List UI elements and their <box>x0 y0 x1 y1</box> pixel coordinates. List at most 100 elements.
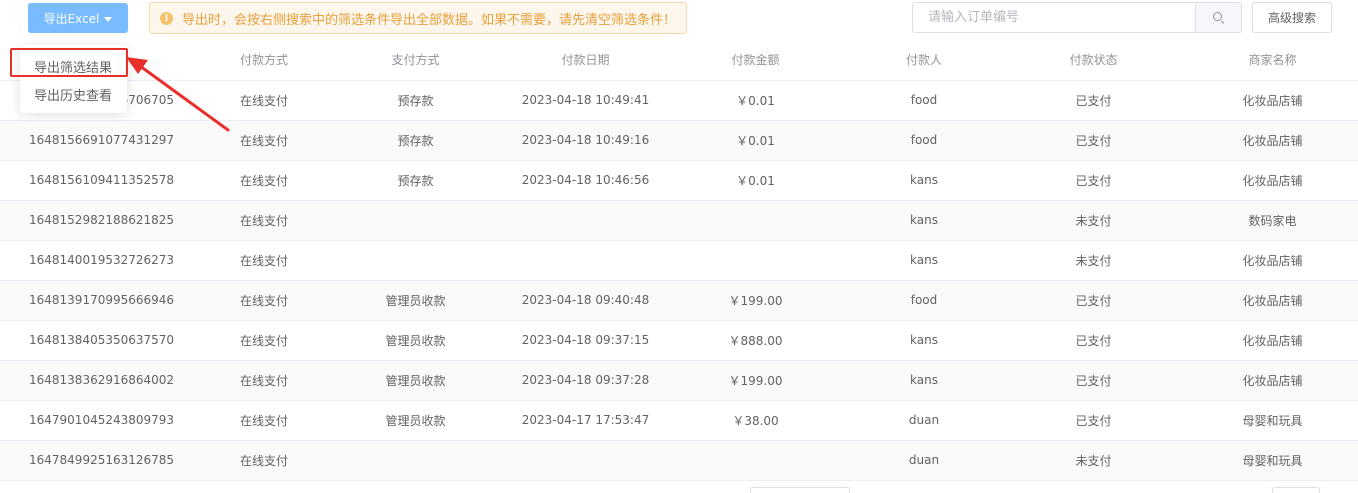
export-excel-button[interactable]: 导出Excel <box>28 3 128 33</box>
pay-status-cell: 已支付 <box>1000 80 1187 121</box>
column-header-amount: 付款金额 <box>663 40 848 81</box>
table-row: 1648138405350637570 在线支付 管理员收款 2023-04-1… <box>0 320 1358 361</box>
search-button[interactable] <box>1195 2 1242 33</box>
pay-status-cell: 已支付 <box>1000 160 1187 201</box>
order-number-cell: 1648152982188621825 <box>0 200 178 241</box>
amount-cell: ￥0.01 <box>663 80 848 121</box>
order-number-cell: 1648139170995666946 <box>0 280 178 321</box>
amount-cell <box>663 440 848 481</box>
export-warning-alert: ! 导出时，会按右侧搜索中的筛选条件导出全部数据。如果不需要，请先清空筛选条件！ <box>149 2 687 34</box>
order-number-cell: 1648140019532726273 <box>0 240 178 281</box>
table-row: 1648156691077431297 在线支付 预存款 2023-04-18 … <box>0 120 1358 161</box>
order-number-cell: 1648156109411352578 <box>0 160 178 201</box>
table-row: 1647849925163126785 在线支付 duan 未支付 母婴和玩具 <box>0 440 1358 481</box>
pay-status-cell: 未支付 <box>1000 200 1187 241</box>
table-row: 1648152982188621825 在线支付 kans 未支付 数码家电 <box>0 200 1358 241</box>
search-icon <box>1213 12 1225 24</box>
pay-method-cell: 在线支付 <box>178 280 323 321</box>
caret-down-icon <box>104 16 113 22</box>
pay-status-cell: 未支付 <box>1000 240 1187 281</box>
amount-cell: ￥888.00 <box>663 320 848 361</box>
merchant-cell: 化妆品店铺 <box>1187 360 1358 401</box>
table-row: 1648139170995666946 在线支付 管理员收款 2023-04-1… <box>0 280 1358 321</box>
payer-cell: food <box>848 120 1000 161</box>
pay-date-cell: 2023-04-18 09:40:48 <box>508 280 663 321</box>
order-number-cell: 1648138405350637570 <box>0 320 178 361</box>
pay-status-cell: 已支付 <box>1000 120 1187 161</box>
pay-type-cell: 预存款 <box>323 160 508 201</box>
payer-cell: kans <box>848 240 1000 281</box>
merchant-cell: 化妆品店铺 <box>1187 120 1358 161</box>
pay-type-cell <box>323 440 508 481</box>
pay-type-cell: 预存款 <box>323 80 508 121</box>
pay-type-cell: 预存款 <box>323 120 508 161</box>
pay-date-cell <box>508 440 663 481</box>
warning-icon: ! <box>160 11 173 25</box>
amount-cell: ￥199.00 <box>663 280 848 321</box>
merchant-cell: 母婴和玩具 <box>1187 440 1358 481</box>
table-row: 1648138362916864002 在线支付 管理员收款 2023-04-1… <box>0 360 1358 401</box>
pay-status-cell: 已支付 <box>1000 360 1187 401</box>
pay-date-cell: 2023-04-18 10:49:41 <box>508 80 663 121</box>
payer-cell: kans <box>848 320 1000 361</box>
table-row: 1648140019532726273 在线支付 kans 未支付 化妆品店铺 <box>0 240 1358 281</box>
pay-method-cell: 在线支付 <box>178 80 323 121</box>
merchant-cell: 数码家电 <box>1187 200 1358 241</box>
pay-date-cell: 2023-04-18 09:37:28 <box>508 360 663 401</box>
merchant-cell: 化妆品店铺 <box>1187 160 1358 201</box>
pay-method-cell: 在线支付 <box>178 200 323 241</box>
column-header-payer: 付款人 <box>848 40 1000 81</box>
toolbar: 导出Excel ! 导出时，会按右侧搜索中的筛选条件导出全部数据。如果不需要，请… <box>0 0 1358 40</box>
pay-method-cell: 在线支付 <box>178 240 323 281</box>
payer-cell: kans <box>848 200 1000 241</box>
pay-method-cell: 在线支付 <box>178 360 323 401</box>
pay-date-cell: 2023-04-18 09:37:15 <box>508 320 663 361</box>
payer-cell: duan <box>848 440 1000 481</box>
merchant-cell: 化妆品店铺 <box>1187 80 1358 121</box>
table-row: 1648156109411352578 在线支付 预存款 2023-04-18 … <box>0 160 1358 201</box>
export-excel-label: 导出Excel <box>43 11 100 26</box>
orders-table: 付款方式 支付方式 付款日期 付款金额 付款人 付款状态 商家名称 164815… <box>0 40 1358 481</box>
order-number-cell: 1647901045243809793 <box>0 400 178 441</box>
order-number-search-input[interactable] <box>912 2 1196 33</box>
pay-method-cell: 在线支付 <box>178 400 323 441</box>
pay-date-cell <box>508 200 663 241</box>
amount-cell: ￥199.00 <box>663 360 848 401</box>
pagination-jump-input[interactable] <box>1272 487 1320 493</box>
export-warning-text: 导出时，会按右侧搜索中的筛选条件导出全部数据。如果不需要，请先清空筛选条件！ <box>182 12 677 28</box>
column-header-pay-status: 付款状态 <box>1000 40 1187 81</box>
advanced-search-label: 高级搜索 <box>1267 11 1316 25</box>
amount-cell <box>663 200 848 241</box>
pay-type-cell: 管理员收款 <box>323 400 508 441</box>
pay-type-cell <box>323 240 508 281</box>
payer-cell: food <box>848 80 1000 121</box>
amount-cell: ￥38.00 <box>663 400 848 441</box>
amount-cell <box>663 240 848 281</box>
pay-status-cell: 未支付 <box>1000 440 1187 481</box>
column-header-merchant: 商家名称 <box>1187 40 1358 81</box>
pay-date-cell <box>508 240 663 281</box>
table-header-row: 付款方式 支付方式 付款日期 付款金额 付款人 付款状态 商家名称 <box>0 40 1358 81</box>
pay-method-cell: 在线支付 <box>178 120 323 161</box>
pay-method-cell: 在线支付 <box>178 320 323 361</box>
pay-method-cell: 在线支付 <box>178 160 323 201</box>
pagination-size-select[interactable] <box>750 487 850 493</box>
payer-cell: kans <box>848 360 1000 401</box>
merchant-cell: 化妆品店铺 <box>1187 240 1358 281</box>
pay-type-cell <box>323 200 508 241</box>
pay-date-cell: 2023-04-17 17:53:47 <box>508 400 663 441</box>
payer-cell: duan <box>848 400 1000 441</box>
pay-method-cell: 在线支付 <box>178 440 323 481</box>
pay-date-cell: 2023-04-18 10:49:16 <box>508 120 663 161</box>
merchant-cell: 化妆品店铺 <box>1187 280 1358 321</box>
advanced-search-button[interactable]: 高级搜索 <box>1252 2 1332 33</box>
export-history-item[interactable]: 导出历史查看 <box>20 79 127 109</box>
pay-status-cell: 已支付 <box>1000 400 1187 441</box>
pay-status-cell: 已支付 <box>1000 320 1187 361</box>
column-header-pay-method: 付款方式 <box>178 40 323 81</box>
pay-type-cell: 管理员收款 <box>323 320 508 361</box>
pay-type-cell: 管理员收款 <box>323 280 508 321</box>
export-filtered-results-item[interactable]: 导出筛选结果 <box>20 51 127 81</box>
order-number-cell: 1648156691077431297 <box>0 120 178 161</box>
amount-cell: ￥0.01 <box>663 160 848 201</box>
